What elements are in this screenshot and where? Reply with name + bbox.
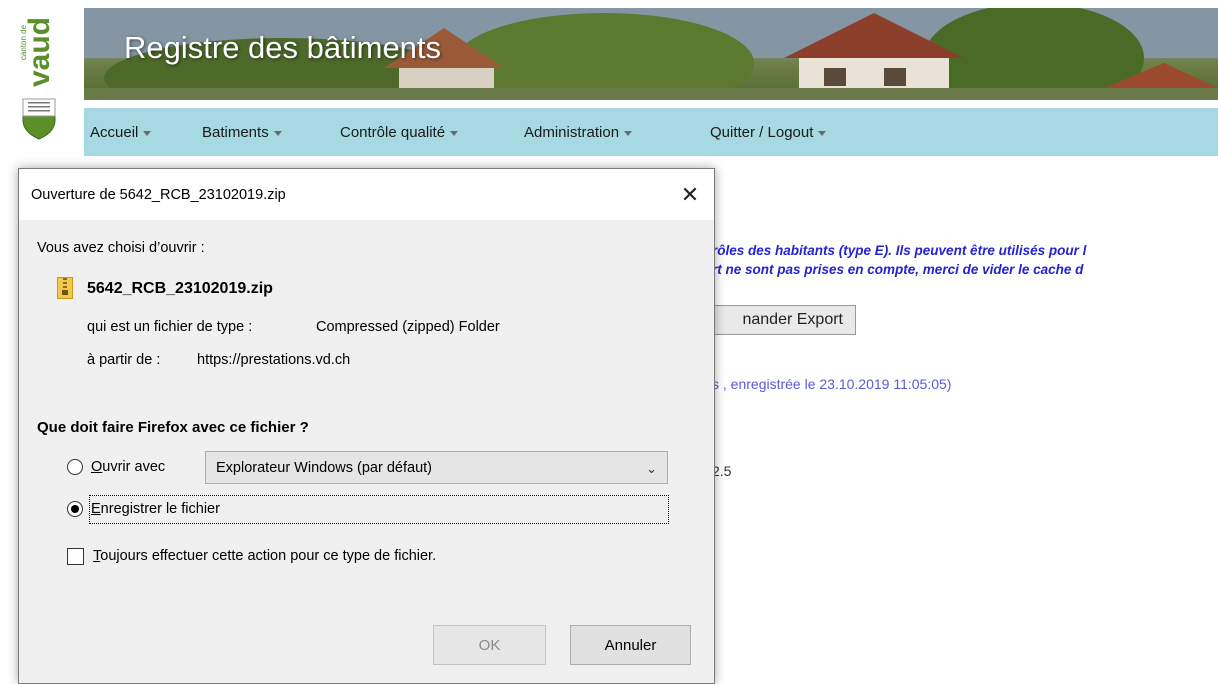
caret-down-icon (273, 130, 282, 136)
header-banner: Registre des bâtiments (84, 8, 1218, 100)
file-type-label: qui est un fichier de type : (87, 319, 253, 335)
main-navbar: Accueil Batiments Contrôle qualité Admin… (84, 108, 1218, 156)
nav-label: Administration (524, 124, 620, 141)
nav-label: Batiments (202, 124, 269, 141)
nav-label: Quitter / Logout (710, 124, 814, 141)
dialog-titlebar[interactable]: Ouverture de 5642_RCB_23102019.zip ✕ (19, 169, 714, 220)
file-source-value: https://prestations.vd.ch (197, 352, 351, 368)
logo-name: vaud (23, 16, 56, 88)
nav-controle-qualite[interactable]: Contrôle qualité (340, 124, 459, 141)
action-question: Que doit faire Firefox avec ce fichier ? (37, 419, 309, 436)
nav-label: Accueil (90, 124, 139, 141)
file-type-value: Compressed (zipped) Folder (316, 319, 500, 335)
ok-button[interactable]: OK (433, 625, 546, 665)
nav-administration[interactable]: Administration (524, 124, 633, 141)
always-do-this-checkbox[interactable] (67, 548, 84, 565)
label-rest: nregistrer le fichier (100, 501, 220, 517)
save-file-radio[interactable] (67, 501, 83, 517)
open-with-label[interactable]: Ouvrir avec (91, 459, 165, 475)
caret-down-icon (143, 130, 152, 136)
nav-label: Contrôle qualité (340, 124, 446, 141)
file-open-dialog: Ouverture de 5642_RCB_23102019.zip ✕ Vou… (18, 168, 715, 684)
nav-accueil[interactable]: Accueil (90, 124, 152, 141)
export-button-label: nander Export (742, 311, 843, 328)
open-with-radio[interactable] (67, 459, 83, 475)
logo-canton: canton de (19, 24, 29, 61)
dialog-intro: Vous avez choisi d’ouvrir : (37, 240, 205, 256)
nav-batiments[interactable]: Batiments (202, 124, 282, 141)
caret-down-icon (624, 130, 633, 136)
info-text-line-1: rôles des habitants (type E). Ils peuven… (712, 243, 1087, 258)
info-text-line-2: rt ne sont pas prises en compte, merci d… (712, 262, 1084, 277)
accel-key: E (91, 501, 101, 517)
file-name: 5642_RCB_23102019.zip (87, 280, 273, 297)
accel-key: O (91, 459, 103, 475)
vaud-shield-icon (22, 98, 56, 140)
file-source-label: à partir de : (87, 352, 161, 368)
zip-folder-icon (57, 277, 73, 299)
canton-vaud-logo[interactable]: vaud canton de (19, 8, 60, 140)
chevron-down-icon: ⌄ (646, 461, 657, 476)
dialog-title: Ouverture de 5642_RCB_23102019.zip (31, 187, 286, 203)
always-do-this-label[interactable]: Toujours effectuer cette action pour ce … (93, 548, 436, 564)
nav-quitter-logout[interactable]: Quitter / Logout (710, 124, 827, 141)
label-rest: oujours effectuer cette action pour ce t… (100, 548, 437, 564)
label-rest: uvrir avec (102, 459, 166, 475)
caret-down-icon (450, 130, 459, 136)
application-select[interactable]: Explorateur Windows (par défaut) ⌄ (205, 451, 668, 484)
application-select-value: Explorateur Windows (par défaut) (216, 460, 432, 476)
caret-down-icon (818, 130, 827, 136)
close-icon[interactable]: ✕ (666, 169, 714, 220)
app-title: Registre des bâtiments (124, 30, 442, 65)
demander-export-button[interactable]: nander Export (700, 305, 856, 335)
export-request-link[interactable]: s , enregistrée le 23.10.2019 11:05:05) (712, 376, 951, 392)
save-file-label[interactable]: Enregistrer le fichier (91, 501, 220, 517)
cancel-button[interactable]: Annuler (570, 625, 691, 665)
